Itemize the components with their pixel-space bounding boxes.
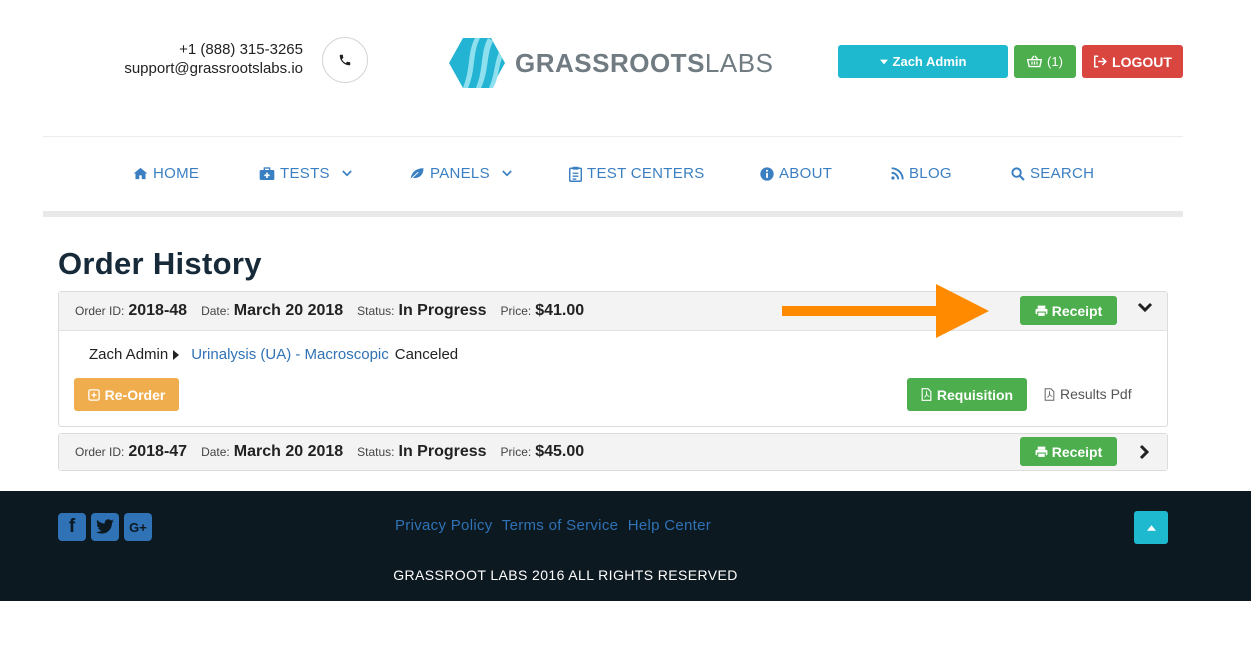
- sign-out-icon: [1094, 55, 1107, 68]
- annotation-arrow-icon: [782, 284, 989, 338]
- leaf-icon: [410, 168, 424, 180]
- order-details: Zach Admin Urinalysis (UA) - Macroscopic…: [59, 330, 1167, 427]
- order-header[interactable]: Order ID: 2018-48 Date: March 20 2018 St…: [59, 292, 1167, 330]
- site-logo[interactable]: GRASSROOTSLABS: [449, 38, 773, 88]
- header-divider: [43, 136, 1183, 137]
- social-links: f G+: [58, 513, 157, 541]
- site-footer: f G+ Privacy Policy Terms of Service Hel…: [0, 491, 1251, 601]
- copyright-text: GRASSROOT LABS 2016 ALL RIGHTS RESERVED: [393, 567, 738, 583]
- nav-divider: [43, 211, 1183, 217]
- order-date: March 20 2018: [233, 443, 344, 460]
- order-id: 2018-48: [128, 302, 188, 319]
- terms-of-service-link[interactable]: Terms of Service: [502, 517, 619, 534]
- logout-button[interactable]: LOGOUT: [1082, 45, 1183, 78]
- rss-icon: [891, 167, 904, 180]
- caret-down-icon: [879, 59, 888, 64]
- reorder-button[interactable]: Re-Order: [74, 378, 179, 411]
- back-to-top-button[interactable]: [1134, 511, 1168, 544]
- logo-wordmark: GRASSROOTSLABS: [515, 47, 774, 78]
- order-header[interactable]: Order ID: 2018-47 Date: March 20 2018 St…: [59, 434, 1167, 470]
- plus-square-icon: [87, 388, 100, 401]
- price-label: Price:: [500, 304, 532, 318]
- receipt-button[interactable]: Receipt: [1020, 296, 1117, 325]
- facebook-icon[interactable]: f: [58, 513, 86, 541]
- order-status: In Progress: [398, 443, 487, 460]
- basket-icon: [1027, 55, 1043, 68]
- admin-label: Zach Admin: [892, 54, 967, 69]
- nav-item-blog[interactable]: BLOG: [891, 165, 952, 182]
- order-id: 2018-47: [128, 443, 188, 460]
- home-icon: [133, 167, 148, 180]
- admin-dropdown-button[interactable]: Zach Admin: [838, 45, 1008, 78]
- item-status: Canceled: [394, 346, 459, 363]
- nav-item-search[interactable]: SEARCH: [1011, 165, 1094, 182]
- price-label: Price:: [500, 445, 532, 459]
- order-id-label: Order ID:: [75, 304, 125, 318]
- order-item: Zach Admin Urinalysis (UA) - Macroscopic…: [89, 346, 458, 363]
- chevron-right-icon[interactable]: [1139, 444, 1151, 460]
- order-id-label: Order ID:: [75, 445, 125, 459]
- nav-item-test-centers[interactable]: TEST CENTERS: [569, 165, 705, 182]
- nav-item-tests[interactable]: TESTS: [259, 165, 352, 182]
- pdf-file-icon: [1044, 387, 1055, 401]
- status-label: Status:: [357, 445, 395, 459]
- receipt-button[interactable]: Receipt: [1020, 437, 1117, 466]
- order-status: In Progress: [398, 302, 487, 319]
- order-card: Order ID: 2018-47 Date: March 20 2018 St…: [58, 433, 1168, 471]
- chevron-down-icon[interactable]: [1137, 302, 1153, 314]
- pdf-file-icon: [921, 388, 932, 401]
- logout-label: LOGOUT: [1112, 53, 1172, 70]
- page-title: Order History: [58, 246, 262, 281]
- google-plus-icon[interactable]: G+: [124, 513, 152, 541]
- status-label: Status:: [357, 304, 395, 318]
- cart-button[interactable]: (1): [1014, 45, 1076, 78]
- contact-info: +1 (888) 315-3265 support@grassrootslabs…: [124, 40, 303, 78]
- phone-icon: [339, 54, 351, 66]
- phone-number[interactable]: +1 (888) 315-3265: [124, 40, 303, 59]
- order-price: $41.00: [535, 302, 585, 319]
- nav-item-panels[interactable]: PANELS: [409, 165, 512, 182]
- twitter-icon[interactable]: [91, 513, 119, 541]
- privacy-policy-link[interactable]: Privacy Policy: [395, 517, 493, 534]
- date-label: Date:: [201, 304, 230, 318]
- phone-button[interactable]: [322, 37, 368, 83]
- caret-right-icon: [173, 349, 180, 360]
- print-icon: [1035, 446, 1048, 458]
- order-date: March 20 2018: [233, 302, 344, 319]
- nav-item-home[interactable]: HOME: [133, 165, 199, 182]
- patient-name: Zach Admin: [89, 346, 169, 363]
- cart-count: (1): [1047, 54, 1063, 69]
- caret-up-icon: [1146, 524, 1156, 531]
- search-icon: [1011, 166, 1025, 181]
- help-center-link[interactable]: Help Center: [628, 517, 711, 534]
- requisition-button[interactable]: Requisition: [907, 378, 1027, 411]
- medkit-icon: [259, 166, 275, 180]
- nav-item-about[interactable]: ABOUT: [760, 165, 832, 182]
- info-icon: [760, 166, 774, 181]
- support-email[interactable]: support@grassrootslabs.io: [124, 59, 303, 78]
- results-pdf-link[interactable]: Results Pdf: [1044, 386, 1132, 402]
- date-label: Date:: [201, 445, 230, 459]
- print-icon: [1035, 305, 1048, 317]
- order-price: $45.00: [535, 443, 585, 460]
- chevron-down-icon: [502, 170, 512, 177]
- main-nav: HOME TESTS PANELS TEST CENTERS ABOUT BLO…: [43, 160, 1183, 190]
- chevron-down-icon: [342, 170, 352, 177]
- footer-links: Privacy Policy Terms of Service Help Cen…: [395, 517, 716, 534]
- clipboard-icon: [569, 166, 582, 182]
- logo-hexagon-icon: [449, 38, 505, 88]
- order-card: Order ID: 2018-48 Date: March 20 2018 St…: [58, 291, 1168, 427]
- test-link[interactable]: Urinalysis (UA) - Macroscopic: [191, 346, 389, 363]
